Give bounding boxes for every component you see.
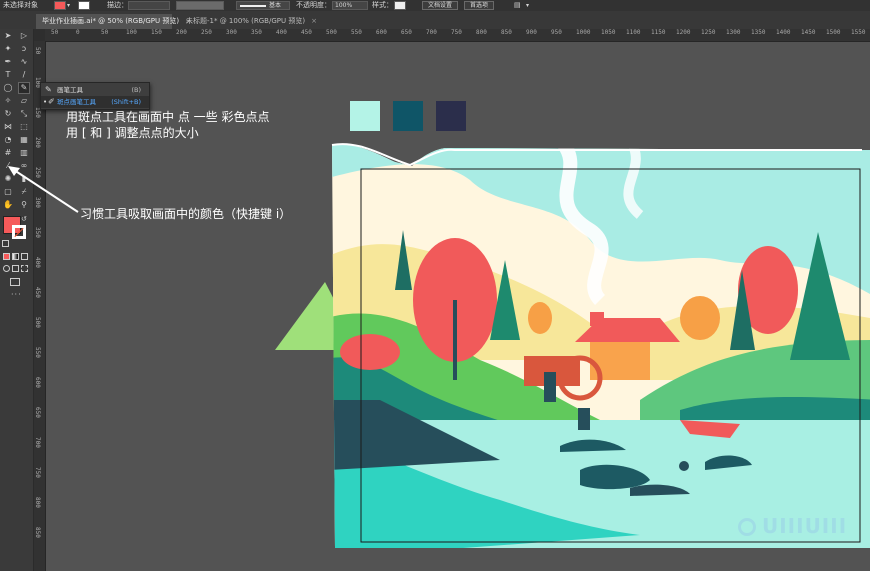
flyout-item-shortcut: (B) [131, 86, 141, 94]
bird [679, 461, 689, 471]
arrowhead-icon [8, 166, 20, 176]
chimney [590, 312, 604, 326]
tree-orange-right [680, 296, 720, 340]
scene-group [332, 144, 870, 548]
logo-icon [738, 518, 756, 536]
watermark-text: UIIIUIII [762, 514, 848, 538]
annotation-bracket-tip: 用 [ 和 ] 调整点点的大小 [66, 126, 199, 140]
swatch-mint[interactable] [350, 101, 380, 131]
flyout-item-paintbrush[interactable]: ✎ 画笔工具 (B) [41, 84, 149, 96]
flyout-item-label: 斑点画笔工具 [57, 98, 96, 106]
annotation-eyedropper-tip: 习惯工具吸取画面中的颜色（快捷键 i） [80, 207, 292, 221]
annotation-blob-brush-tip: 用斑点工具在画面中 点 一些 彩色点点 [66, 110, 270, 124]
blob-brush-icon: ✐ [48, 97, 55, 106]
swatch-teal[interactable] [393, 101, 423, 131]
flyout-item-label: 画笔工具 [57, 86, 83, 94]
tree-orange-small [528, 302, 552, 334]
hiker-2 [578, 408, 590, 430]
flyout-item-shortcut: (Shift+B) [111, 98, 141, 106]
selected-dot-icon: • [43, 98, 48, 106]
swatch-navy[interactable] [436, 101, 466, 131]
paintbrush-icon: ✎ [45, 85, 52, 94]
bush-red [340, 334, 400, 370]
hiker-1 [544, 372, 556, 402]
flyout-item-blob-brush[interactable]: • ✐ 斑点画笔工具 (Shift+B) [41, 96, 149, 108]
brush-tools-flyout: ✎ 画笔工具 (B) • ✐ 斑点画笔工具 (Shift+B) [40, 82, 150, 110]
watermark: UIIIUIII [738, 514, 847, 538]
annotation-arrow [13, 169, 79, 213]
